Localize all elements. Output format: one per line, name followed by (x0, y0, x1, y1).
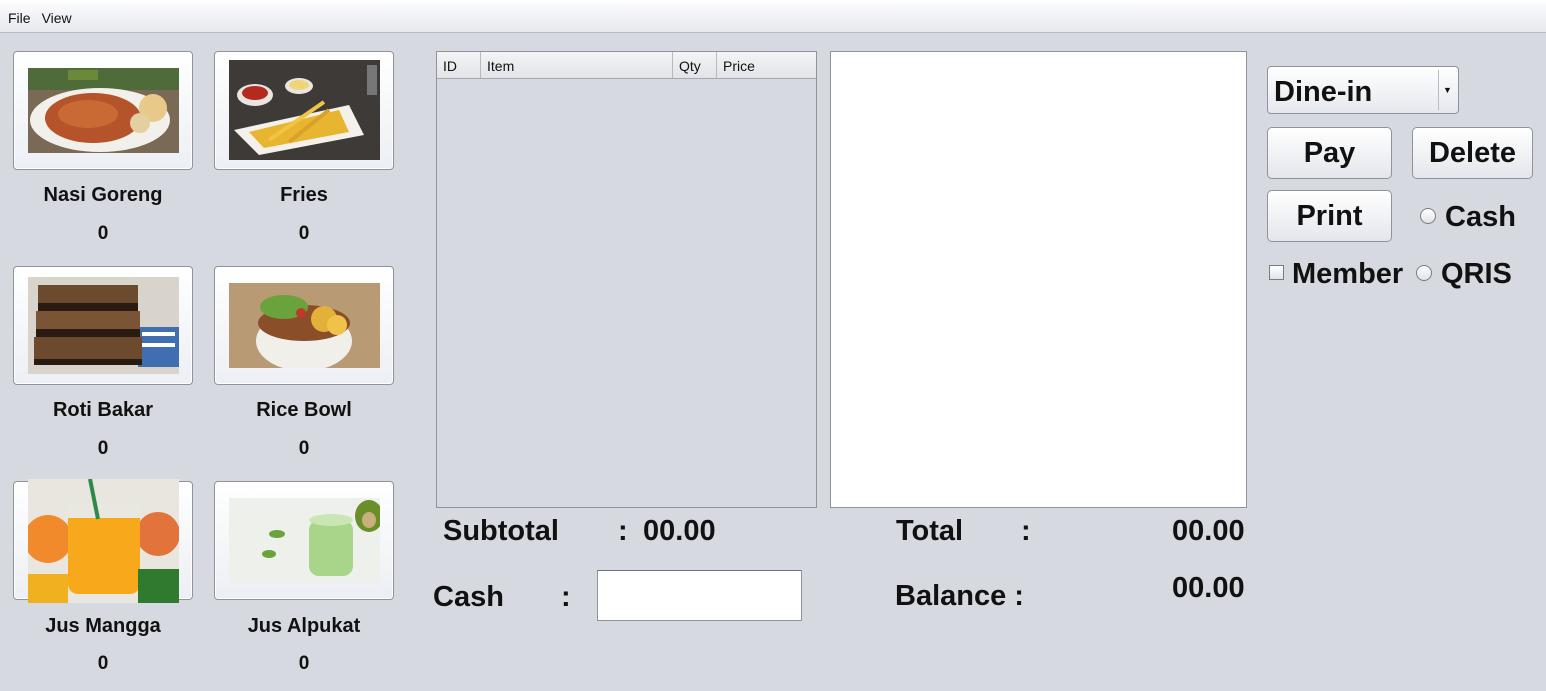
order-type-dropdown[interactable]: Dine-in ▼ (1267, 66, 1459, 114)
column-header-id[interactable]: ID (437, 52, 481, 78)
jus-alpukat-image (229, 498, 380, 583)
fries-count: 0 (298, 223, 310, 244)
total-colon: : (1021, 515, 1031, 547)
column-header-price[interactable]: Price (717, 52, 816, 78)
cash-input[interactable] (597, 570, 802, 621)
member-checkbox[interactable] (1269, 265, 1284, 280)
chevron-down-icon[interactable]: ▼ (1438, 70, 1456, 110)
nasi-goreng-button[interactable] (13, 51, 193, 170)
print-button[interactable]: Print (1267, 190, 1392, 242)
order-table[interactable]: ID Item Qty Price (436, 51, 817, 508)
cash-label: Cash (433, 581, 504, 613)
menubar: File View (0, 0, 1546, 33)
jus-alpukat-count: 0 (298, 653, 310, 674)
roti-bakar-image (28, 277, 179, 374)
order-table-header: ID Item Qty Price (437, 52, 816, 79)
nasi-goreng-count: 0 (97, 223, 109, 244)
rice-bowl-label: Rice Bowl (256, 399, 352, 421)
menu-view[interactable]: View (42, 10, 72, 26)
qris-radio-label[interactable]: QRIS (1441, 258, 1512, 291)
subtotal-value: 00.00 (643, 515, 716, 547)
roti-bakar-label: Roti Bakar (52, 399, 154, 421)
subtotal-label: Subtotal (443, 515, 559, 547)
roti-bakar-count: 0 (97, 438, 109, 459)
nasi-goreng-label: Nasi Goreng (43, 184, 163, 206)
jus-mangga-count: 0 (97, 653, 109, 674)
rice-bowl-image (229, 283, 380, 368)
balance-value: 00.00 (1172, 572, 1245, 604)
member-checkbox-label[interactable]: Member (1292, 258, 1403, 291)
fries-image (229, 60, 380, 160)
cash-colon: : (561, 581, 571, 613)
subtotal-colon: : (618, 515, 628, 547)
receipt-area[interactable] (830, 51, 1247, 508)
delete-button[interactable]: Delete (1412, 127, 1533, 179)
pay-button[interactable]: Pay (1267, 127, 1392, 179)
qris-radio[interactable] (1416, 265, 1432, 281)
fries-button[interactable] (214, 51, 394, 170)
roti-bakar-button[interactable] (13, 266, 193, 385)
rice-bowl-button[interactable] (214, 266, 394, 385)
column-header-qty[interactable]: Qty (673, 52, 717, 78)
cash-radio[interactable] (1420, 208, 1436, 224)
balance-label: Balance : (895, 580, 1024, 612)
column-header-item[interactable]: Item (481, 52, 673, 78)
jus-alpukat-label: Jus Alpukat (247, 615, 361, 637)
total-label: Total (896, 515, 964, 547)
order-type-value: Dine-in (1274, 76, 1373, 108)
fries-label: Fries (280, 184, 328, 206)
rice-bowl-count: 0 (298, 438, 310, 459)
jus-alpukat-button[interactable] (214, 481, 394, 600)
jus-mangga-label: Jus Mangga (45, 615, 161, 637)
total-value: 00.00 (1172, 515, 1245, 547)
nasi-goreng-image (28, 68, 179, 153)
jus-mangga-image (28, 479, 179, 603)
jus-mangga-button[interactable] (13, 479, 193, 603)
menu-file[interactable]: File (8, 10, 31, 26)
cash-radio-label[interactable]: Cash (1445, 201, 1516, 234)
